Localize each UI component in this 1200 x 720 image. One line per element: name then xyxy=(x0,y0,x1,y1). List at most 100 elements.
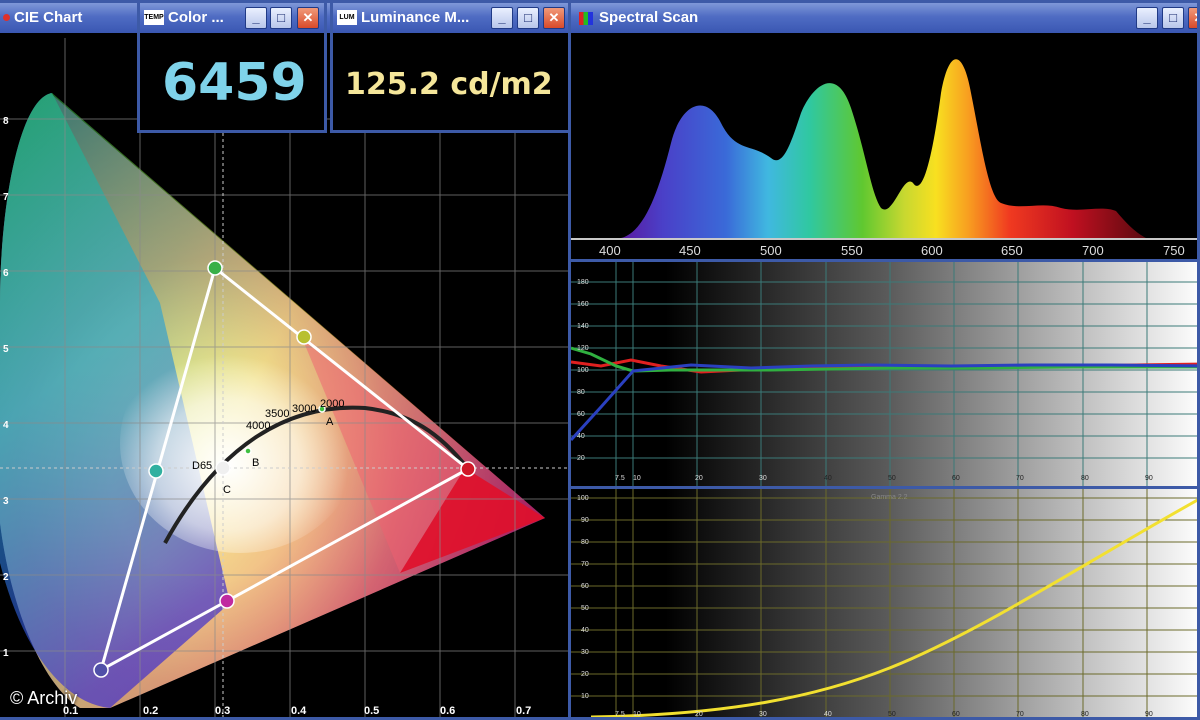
spectral-scan-window[interactable]: Spectral Scan _ □ ✕ 400 xyxy=(568,0,1200,262)
spectrum-x-tick: 650 xyxy=(1001,243,1023,258)
close-button[interactable]: ✕ xyxy=(297,7,319,29)
cie-window-title: CIE Chart xyxy=(14,9,83,26)
luminance-title: Luminance M... xyxy=(361,9,470,26)
gamma-y-tick: 100 xyxy=(577,495,589,502)
y-tick-label: 5 xyxy=(3,344,9,355)
x-tick-label: 0.4 xyxy=(291,705,307,717)
gamma-panel[interactable]: Gamma 2.2 100 90 80 70 60 50 40 30 20 10… xyxy=(568,486,1200,720)
image-credit: © Archiv xyxy=(10,688,78,708)
rgb-x-tick: 10 xyxy=(633,475,641,482)
y-tick-label: 7 xyxy=(3,192,9,203)
color-temperature-window[interactable]: TEMP Color ... _ □ ✕ 6459 xyxy=(137,0,327,133)
minimize-button[interactable]: _ xyxy=(245,7,267,29)
locus-label-3000: 3000 xyxy=(292,403,316,415)
rgb-x-tick: 50 xyxy=(888,475,896,482)
rgb-x-tick: 60 xyxy=(952,475,960,482)
maximize-button[interactable]: □ xyxy=(270,7,292,29)
gamma-x-tick: 30 xyxy=(759,711,767,718)
cie-window-icon xyxy=(3,14,10,21)
point-label-a: A xyxy=(326,416,334,428)
spectrum-x-tick: 700 xyxy=(1082,243,1104,258)
maximize-button[interactable]: □ xyxy=(1162,7,1184,29)
gamma-y-tick: 30 xyxy=(581,649,589,656)
gamma-x-tick: 70 xyxy=(1016,711,1024,718)
rgb-balance-plot: 180 160 140 120 100 80 60 40 20 7.5 10 2… xyxy=(571,262,1197,486)
spectrum-x-tick: 500 xyxy=(760,243,782,258)
gamma-y-tick: 70 xyxy=(581,561,589,568)
yellow-secondary-marker[interactable] xyxy=(296,329,312,345)
rgb-x-tick: 20 xyxy=(695,475,703,482)
rgb-y-tick: 160 xyxy=(577,301,589,308)
locus-label-4000: 4000 xyxy=(246,420,270,432)
rgb-x-tick: 30 xyxy=(759,475,767,482)
spectrum-x-tick: 400 xyxy=(599,243,621,258)
rgb-y-tick: 20 xyxy=(577,455,585,462)
cyan-secondary-marker[interactable] xyxy=(148,463,164,479)
lum-window-icon: LUM xyxy=(337,10,357,25)
y-tick-label: 8 xyxy=(3,116,9,127)
blue-primary-marker[interactable] xyxy=(93,662,109,678)
y-tick-label: 6 xyxy=(3,268,9,279)
minimize-button[interactable]: _ xyxy=(1136,7,1158,29)
green-primary-marker[interactable] xyxy=(207,260,223,276)
x-tick-label: 0.3 xyxy=(215,705,230,717)
point-label-d65: D65 xyxy=(192,460,212,472)
gamma-y-tick: 60 xyxy=(581,583,589,590)
magenta-secondary-marker[interactable] xyxy=(219,593,235,609)
gamma-y-tick: 10 xyxy=(581,693,589,700)
x-tick-label: 0.6 xyxy=(440,705,455,717)
rgb-x-tick: 40 xyxy=(824,475,832,482)
rgb-x-tick: 70 xyxy=(1016,475,1024,482)
gamma-y-tick: 50 xyxy=(581,605,589,612)
point-label-c: C xyxy=(223,484,231,496)
spectrum-x-tick: 550 xyxy=(841,243,863,258)
spectrum-x-tick: 600 xyxy=(921,243,943,258)
color-temperature-titlebar[interactable]: TEMP Color ... _ □ ✕ xyxy=(140,3,324,33)
y-tick-label: 2 xyxy=(3,572,9,583)
gamma-x-tick: 50 xyxy=(888,711,896,718)
close-button[interactable]: ✕ xyxy=(543,7,565,29)
rgb-balance-panel[interactable]: 180 160 140 120 100 80 60 40 20 7.5 10 2… xyxy=(568,259,1200,489)
spectrum-x-tick: 450 xyxy=(679,243,701,258)
gamma-plot: Gamma 2.2 100 90 80 70 60 50 40 30 20 10… xyxy=(571,489,1197,718)
gamma-x-tick: 60 xyxy=(952,711,960,718)
minimize-button[interactable]: _ xyxy=(491,7,513,29)
rgb-x-tick: 90 xyxy=(1145,475,1153,482)
gamma-x-tick: 10 xyxy=(633,711,641,718)
rgb-y-tick: 80 xyxy=(577,389,585,396)
rgb-y-tick: 60 xyxy=(577,411,585,418)
gamma-x-tick: 90 xyxy=(1145,711,1153,718)
spectral-scan-title: Spectral Scan xyxy=(599,9,699,26)
rgb-y-tick: 180 xyxy=(577,279,589,286)
rgb-y-tick: 120 xyxy=(577,345,589,352)
rgb-y-tick: 100 xyxy=(577,367,589,374)
rgb-x-tick: 80 xyxy=(1081,475,1089,482)
red-primary-marker[interactable] xyxy=(460,461,476,477)
color-temperature-title: Color ... xyxy=(168,9,224,26)
luminance-value: 125.2 cd/m2 xyxy=(345,67,553,102)
y-tick-label: 3 xyxy=(3,496,9,507)
gamma-x-tick: 40 xyxy=(824,711,832,718)
gamma-y-tick: 90 xyxy=(581,517,589,524)
spectral-scan-titlebar[interactable]: Spectral Scan _ □ ✕ xyxy=(571,3,1197,33)
gamma-y-tick: 40 xyxy=(581,627,589,634)
gamma-y-tick: 20 xyxy=(581,671,589,678)
x-tick-label: 0.2 xyxy=(143,705,158,717)
locus-label-3500: 3500 xyxy=(265,408,289,420)
x-tick-label: 0.5 xyxy=(364,705,379,717)
point-b-marker xyxy=(244,447,252,455)
gamma-y-tick: 80 xyxy=(581,539,589,546)
temp-window-icon: TEMP xyxy=(144,10,164,25)
close-button[interactable]: ✕ xyxy=(1188,7,1197,29)
maximize-button[interactable]: □ xyxy=(517,7,539,29)
color-temperature-value: 6459 xyxy=(162,53,307,113)
rgb-y-tick: 140 xyxy=(577,323,589,330)
white-point-marker[interactable] xyxy=(215,460,231,476)
x-tick-label: 0.7 xyxy=(516,705,531,717)
rgb-y-tick: 40 xyxy=(577,433,585,440)
luminance-titlebar[interactable]: LUM Luminance M... _ □ ✕ xyxy=(333,3,568,33)
luminance-window[interactable]: LUM Luminance M... _ □ ✕ 125.2 cd/m2 xyxy=(330,0,571,133)
rgb-x-tick: 7.5 xyxy=(615,475,625,482)
gamma-x-tick: 80 xyxy=(1081,711,1089,718)
spectrum-window-icon xyxy=(579,12,593,25)
